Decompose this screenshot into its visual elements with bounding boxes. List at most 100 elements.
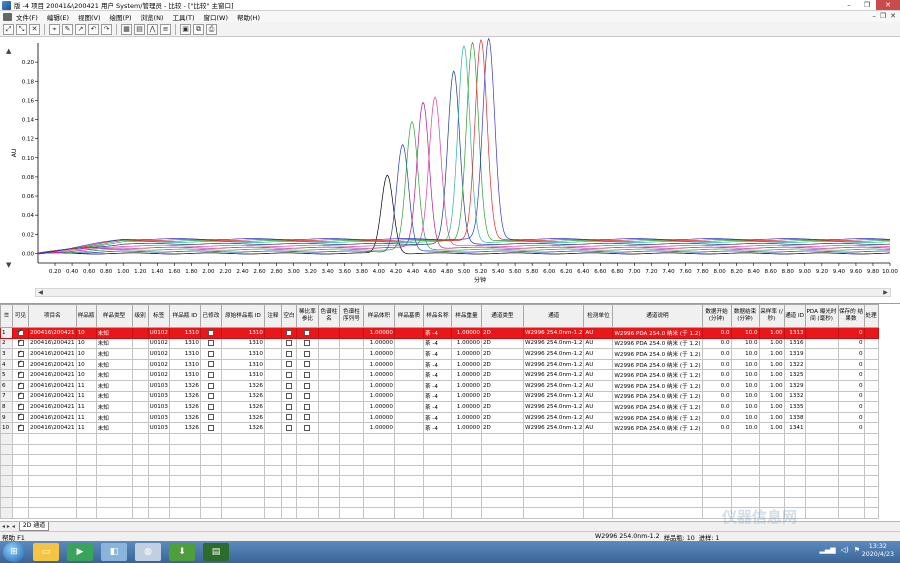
cell-saved[interactable]: 0 [837, 411, 865, 424]
cell-vid[interactable]: 1326 [168, 422, 201, 434]
cell-start[interactable]: 0.0 [701, 358, 732, 371]
empty-cell[interactable] [131, 348, 149, 360]
cell-rate[interactable]: 1.00 [758, 422, 785, 434]
checked-box-icon[interactable] [17, 403, 24, 410]
cell-unit[interactable]: AU [583, 358, 614, 371]
row-number[interactable]: 8 [0, 401, 13, 413]
cell-ctype[interactable]: 2D [480, 358, 524, 371]
cell-end[interactable]: 10.0 [730, 379, 760, 392]
cell-cid[interactable]: 1313 [783, 327, 806, 339]
empty-box-icon[interactable] [304, 382, 311, 389]
pen-icon[interactable]: ✎ [62, 23, 73, 35]
empty-cell[interactable] [131, 379, 149, 392]
visible-checkbox[interactable] [12, 422, 29, 434]
empty-box-icon[interactable] [285, 382, 292, 389]
empty-cell[interactable] [863, 411, 879, 424]
empty-cell[interactable] [393, 358, 424, 371]
cell-name[interactable]: 茶 -4 [422, 348, 452, 360]
cell-vid[interactable]: 1310 [168, 327, 201, 339]
cell-end[interactable]: 10.0 [730, 401, 760, 413]
cell-chan[interactable]: W2996 254.0nm-1.2 [522, 358, 585, 371]
empty-cell[interactable] [317, 327, 340, 339]
cell-vid[interactable]: 1310 [168, 348, 201, 360]
row-number[interactable]: 10 [0, 422, 13, 434]
cell-rate[interactable]: 1.00 [758, 390, 785, 403]
column-header[interactable]: 色谱柱 名 [317, 304, 340, 328]
empty-cell[interactable] [317, 390, 340, 403]
cell-ctype[interactable]: 2D [480, 337, 524, 350]
cell-label[interactable]: U0103 [147, 379, 170, 392]
menu-tools[interactable]: 工具(T) [172, 12, 194, 22]
cell-rate[interactable]: 1.00 [758, 348, 785, 360]
cell-wt[interactable]: 1.00000 [450, 390, 482, 403]
checked-box-icon[interactable] [17, 350, 24, 357]
column-header[interactable]: 检测单位 [583, 304, 614, 328]
column-header[interactable]: PDA 曝光时间 (毫秒) [804, 304, 839, 328]
empty-box-icon[interactable] [207, 414, 214, 421]
column-header[interactable]: 项目名 [28, 304, 77, 328]
column-header[interactable]: 样品重量 [450, 304, 482, 328]
checked-box-icon[interactable] [17, 424, 24, 431]
checkbox-cell[interactable] [199, 379, 222, 392]
cell-saved[interactable]: 0 [837, 390, 865, 403]
empty-cell[interactable] [804, 369, 839, 381]
cell-rate[interactable]: 1.00 [758, 379, 785, 392]
checked-box-icon[interactable] [17, 371, 24, 378]
checkbox-cell[interactable] [295, 401, 319, 413]
empty-cell[interactable] [263, 369, 282, 381]
empty-cell[interactable] [338, 358, 364, 371]
empty-box-icon[interactable] [304, 424, 311, 431]
checked-box-icon[interactable] [17, 339, 24, 347]
cell-type[interactable]: 未知 [95, 337, 133, 350]
checkbox-cell[interactable] [199, 422, 222, 434]
cell-type[interactable]: 未知 [95, 348, 133, 360]
table-row[interactable]: 6200416\20042111未知U0103132613261.00000茶 … [0, 379, 879, 392]
menu-plot[interactable]: 绘图(P) [110, 12, 132, 22]
empty-cell[interactable] [804, 327, 839, 339]
cell-ctype[interactable]: 2D [480, 379, 524, 392]
cell-vol[interactable]: 1.00000 [362, 369, 395, 381]
cell-start[interactable]: 0.0 [701, 369, 732, 381]
cell-wt[interactable]: 1.00000 [450, 369, 482, 381]
cell-unit[interactable]: AU [583, 390, 614, 403]
horizontal-scrollbar[interactable]: ◀ ▶ [35, 288, 891, 297]
checkbox-cell[interactable] [295, 411, 319, 424]
cell-vial[interactable]: 10 [75, 358, 97, 371]
cell-ctype[interactable]: 2D [480, 411, 524, 424]
cell-ctype[interactable]: 2D [480, 348, 524, 360]
cell-desc[interactable]: W2996 PDA 254.0 纳米 (于 1.2) [612, 358, 703, 371]
cell-desc[interactable]: W2996 PDA 254.0 纳米 (于 1.2) [612, 390, 703, 403]
cell-end[interactable]: 10.0 [730, 390, 760, 403]
empty-cell[interactable] [863, 422, 879, 434]
cell-vial[interactable]: 10 [75, 337, 97, 350]
empty-box-icon[interactable] [304, 329, 311, 336]
media-player-icon[interactable]: ▶ [67, 543, 93, 561]
minimize-button[interactable]: – [840, 0, 858, 10]
copy-icon[interactable]: ⧉ [193, 23, 204, 35]
cell-type[interactable]: 未知 [95, 422, 133, 434]
empty-box-icon[interactable] [285, 371, 292, 378]
empty-cell[interactable] [393, 337, 424, 350]
cell-chan[interactable]: W2996 254.0nm-1.2 [522, 379, 585, 392]
empty-cell[interactable] [863, 358, 879, 371]
empty-cell[interactable] [804, 390, 839, 403]
column-header[interactable]: 通道说明 [612, 304, 703, 328]
cell-vol[interactable]: 1.00000 [362, 401, 395, 413]
menu-browse[interactable]: 浏览(N) [141, 12, 164, 22]
cell-saved[interactable]: 0 [837, 348, 865, 360]
checkbox-cell[interactable] [199, 337, 222, 350]
menu-file[interactable]: 文件(F) [16, 12, 38, 22]
cell-ovid[interactable]: 1310 [220, 348, 265, 360]
column-header[interactable]: 通道 [522, 304, 585, 328]
cell-saved[interactable]: 0 [837, 337, 865, 350]
cell-ovid[interactable]: 1326 [220, 411, 265, 424]
checkbox-cell[interactable] [199, 401, 222, 413]
chromatogram-plot[interactable]: 0.00 0.02 0.04 0.06 0.08 0.10 0.12 0.14 0.16 0.18… [0, 37, 900, 295]
close-button[interactable]: ✕ [876, 0, 900, 10]
cell-chan[interactable]: W2996 254.0nm-1.2 [522, 401, 585, 413]
column-header[interactable]: 数据开始 (分钟) [701, 304, 732, 328]
cell-chan[interactable]: W2996 254.0nm-1.2 [522, 337, 585, 350]
visible-checkbox[interactable] [12, 327, 29, 339]
cell-chan[interactable]: W2996 254.0nm-1.2 [522, 327, 585, 339]
cell-desc[interactable]: W2996 PDA 254.0 纳米 (于 1.2) [612, 379, 703, 392]
